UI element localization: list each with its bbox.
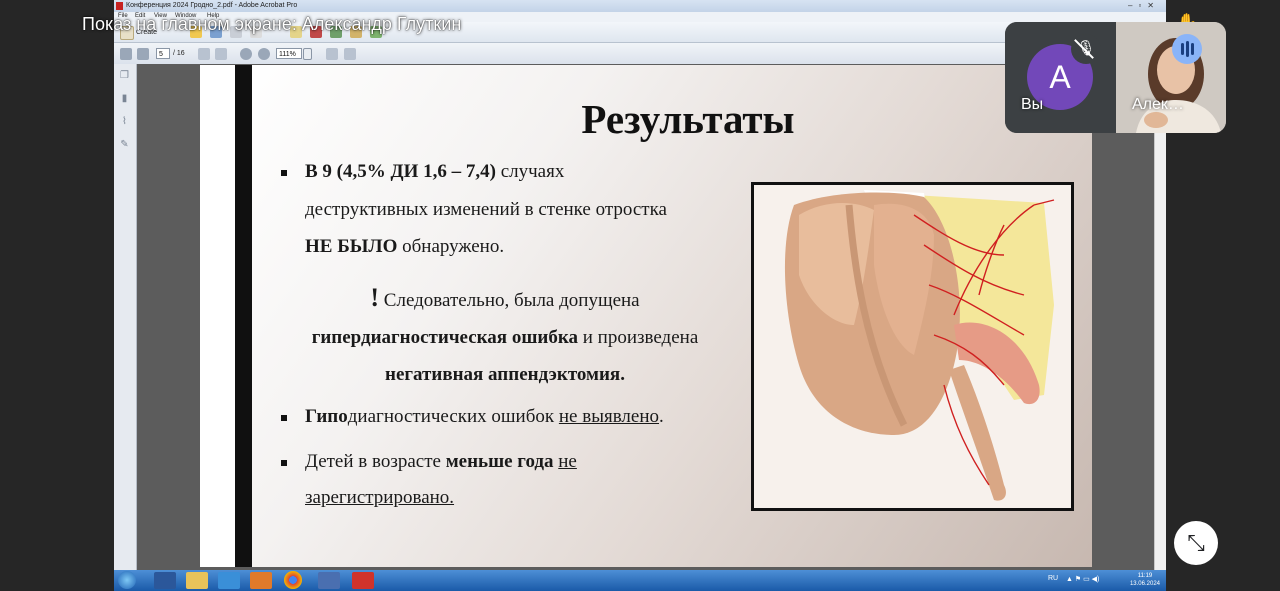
bullet-3-pre: Детей в возрасте: [305, 451, 446, 472]
bullet-marker: [281, 460, 287, 466]
signatures-icon[interactable]: ✎: [119, 139, 130, 150]
bullet-2: Гиподиагностических ошибок не выявлено.: [305, 406, 664, 428]
chrome-icon[interactable]: [284, 571, 302, 589]
conclusion-line-2-bold: гипердиагностическая ошибка: [311, 327, 578, 348]
previous-page-icon[interactable]: [120, 48, 132, 60]
acrobat-taskbar-icon[interactable]: [352, 572, 374, 589]
fit-page-icon[interactable]: [326, 48, 338, 60]
zoom-in-icon[interactable]: [258, 48, 270, 60]
bullet-1-line-2: деструктивных изменений в стенке отростк…: [305, 199, 667, 220]
conclusion-line-2-rest: и произведена: [578, 327, 699, 348]
self-tile[interactable]: A 🎙 Вы: [1005, 22, 1116, 133]
hand-tool-icon[interactable]: [215, 48, 227, 60]
slide-title: Результаты: [581, 96, 795, 142]
pdf-page: Результаты В 9 (4,5% ДИ 1,6 – 7,4) случа…: [200, 65, 1092, 567]
bullet-2-end: .: [659, 406, 664, 427]
clock-time: 11:19: [1137, 573, 1153, 579]
conclusion-line-1: ! Следовательно, была допущена: [280, 283, 730, 313]
bullet-1-bold: В 9 (4,5% ДИ 1,6 – 7,4): [305, 161, 496, 182]
speaking-indicator-icon: [1172, 34, 1202, 64]
bookmarks-icon[interactable]: ▮: [119, 93, 130, 104]
language-indicator[interactable]: RU: [1048, 575, 1058, 582]
bullet-1-line-3-rest: обнаружено.: [397, 236, 505, 257]
bullet-1-line-3-bold: НЕ БЫЛО: [305, 236, 398, 257]
remote-video: [1116, 22, 1226, 133]
bullet-3-line-1: Детей в возрасте меньше года не: [305, 451, 577, 473]
zoom-dropdown-icon[interactable]: [303, 48, 312, 60]
attachments-icon[interactable]: ⌇: [119, 116, 130, 127]
bullet-2-bold: Гипо: [305, 406, 348, 427]
bullet-1-line-1: В 9 (4,5% ДИ 1,6 – 7,4) случаях: [305, 161, 564, 183]
conclusion-line-3: негативная аппендэктомия.: [280, 364, 730, 386]
tray-icons[interactable]: ▲ ⚑ ▭ ◀): [1066, 575, 1099, 583]
internet-explorer-icon[interactable]: [218, 572, 240, 589]
window-title: Конференция 2024 Гродно_2.pdf - Adobe Ac…: [126, 2, 298, 9]
acrobat-icon: [116, 2, 123, 10]
appendix-drawing: [784, 190, 1055, 501]
conclusion-line-1-text: Следовательно, была допущена: [379, 290, 640, 311]
bullet-2-underlined: не выявлено: [558, 406, 660, 427]
self-name: Вы: [1021, 96, 1044, 113]
exclamation-mark: !: [370, 283, 380, 312]
bullet-2-mid: диагностических ошибок: [347, 406, 559, 427]
file-explorer-icon[interactable]: [186, 572, 208, 589]
floppy-save-icon[interactable]: [318, 572, 340, 589]
window-controls[interactable]: –▫✕: [1128, 1, 1160, 10]
clock[interactable]: 11:19 13.06.2024: [1130, 572, 1160, 588]
page-thumbnails-icon[interactable]: ❐: [119, 70, 130, 81]
zoom-out-icon[interactable]: [240, 48, 252, 60]
next-page-icon[interactable]: [137, 48, 149, 60]
page-total: / 16: [173, 50, 185, 57]
bullet-3-underlined-2: зарегистрировано.: [305, 487, 455, 508]
remote-participant-tile[interactable]: Алек…: [1116, 22, 1226, 133]
conclusion-line-2: гипердиагностическая ошибка и произведен…: [280, 327, 730, 349]
full-screen-icon[interactable]: [344, 48, 356, 60]
participant-panel: A 🎙 Вы Алек…: [1005, 22, 1226, 133]
word-icon[interactable]: [154, 572, 176, 589]
presenting-label: Показ на главном экране: Александр Глутк…: [82, 14, 462, 34]
zoom-level-input[interactable]: 111%: [276, 48, 302, 59]
page-number-input[interactable]: 5: [156, 48, 170, 59]
navigation-pane: ❐ ▮ ⌇ ✎: [114, 64, 137, 570]
acrobat-title-bar: Конференция 2024 Гродно_2.pdf - Adobe Ac…: [114, 0, 1166, 12]
bullet-3-underlined-1: не: [558, 451, 577, 472]
media-player-icon[interactable]: [250, 572, 272, 589]
conclusion-line-3-bold: негативная аппендэктомия.: [385, 364, 625, 385]
bullet-1-line-3: НЕ БЫЛО обнаружено.: [305, 236, 504, 258]
windows-taskbar: RU ▲ ⚑ ▭ ◀) 11:19 13.06.2024: [114, 570, 1166, 591]
vertical-scrollbar[interactable]: [1154, 64, 1166, 570]
bullet-3-line-2: зарегистрировано.: [305, 487, 454, 509]
start-button-icon[interactable]: [118, 571, 136, 589]
bullet-1-rest: случаях: [495, 161, 565, 182]
remote-name: Алек…: [1132, 96, 1184, 113]
bullet-marker: [281, 415, 287, 421]
appendix-illustration: [751, 182, 1074, 511]
bullet-marker: [281, 170, 287, 176]
bullet-3-bold: меньше года: [445, 451, 554, 472]
select-tool-icon[interactable]: [198, 48, 210, 60]
clock-date: 13.06.2024: [1129, 581, 1160, 587]
collapse-icon[interactable]: ⤡: [1174, 521, 1218, 565]
